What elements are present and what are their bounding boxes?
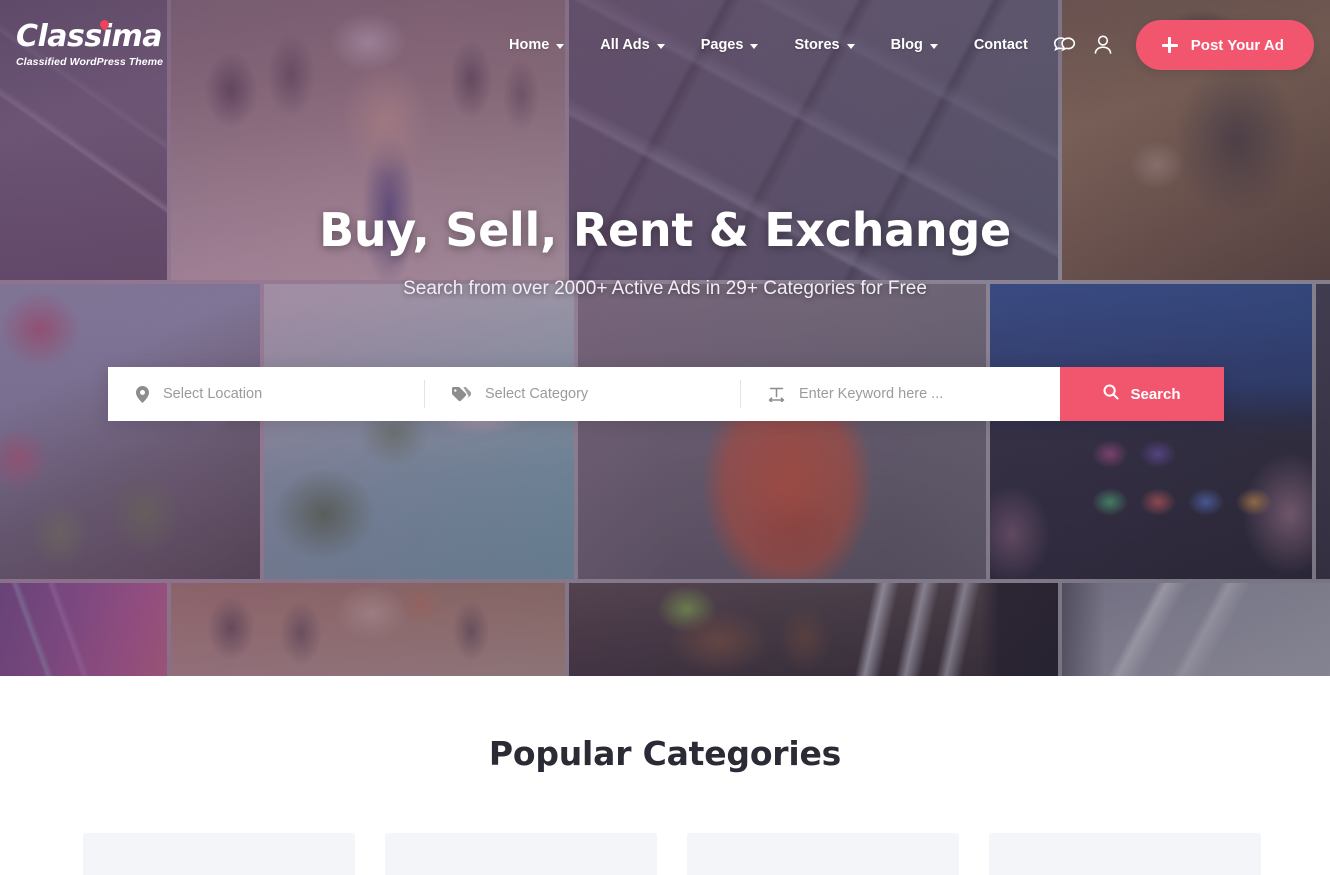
search-button[interactable]: Search (1060, 367, 1224, 421)
logo-name: Classima (16, 19, 163, 54)
popular-categories-section: Popular Categories (0, 676, 1330, 875)
search-button-label: Search (1130, 385, 1181, 403)
header-actions: Post Your Ad (1046, 20, 1314, 70)
hero-search-bar: Select Location Select Category Enter Ke… (108, 367, 1224, 421)
nav-label: Contact (973, 37, 1028, 53)
mosaic-tile (578, 284, 986, 579)
nav-label: All Ads (600, 37, 650, 53)
tags-icon (452, 386, 471, 402)
mosaic-tile (1316, 284, 1330, 579)
mosaic-tile (1062, 583, 1330, 676)
mosaic-tile (171, 583, 565, 676)
chevron-down-icon (656, 43, 665, 49)
keyword-input[interactable]: Enter Keyword here ... (799, 386, 943, 402)
main-navigation: Home All Ads Pages Stores Blog Contact (491, 29, 1046, 61)
map-pin-icon (136, 385, 149, 403)
nav-item-blog[interactable]: Blog (873, 29, 956, 61)
hero-subtitle: Search from over 2000+ Active Ads in 29+… (403, 277, 927, 299)
mosaic-tile (0, 284, 260, 579)
post-your-ad-button[interactable]: Post Your Ad (1135, 20, 1314, 70)
category-card[interactable] (687, 833, 959, 875)
category-card[interactable] (83, 833, 355, 875)
category-card[interactable] (385, 833, 657, 875)
hero-text-block: Buy, Sell, Rent & Exchange Search from o… (0, 205, 1330, 300)
location-placeholder: Select Location (163, 386, 263, 402)
site-logo[interactable]: Classima Classified WordPress Theme (0, 18, 171, 68)
nav-item-home[interactable]: Home (491, 29, 582, 61)
user-account-icon[interactable] (1084, 26, 1122, 64)
chat-bubbles-icon[interactable] (1046, 26, 1084, 64)
category-card[interactable] (989, 833, 1261, 875)
nav-label: Blog (890, 37, 923, 53)
logo-tagline: Classified WordPress Theme (16, 56, 164, 68)
category-card-grid (83, 833, 1261, 875)
nav-item-pages[interactable]: Pages (683, 29, 777, 61)
section-heading: Popular Categories (488, 734, 842, 773)
hero-section: Classima Classified WordPress Theme Home… (0, 0, 1330, 676)
chevron-down-icon (750, 43, 759, 49)
chevron-down-icon (929, 43, 938, 49)
logo-text: Classima (16, 18, 163, 54)
magnifier-icon (1103, 384, 1120, 404)
text-width-icon (768, 387, 785, 402)
location-select[interactable]: Select Location (108, 367, 424, 421)
plus-icon (1161, 37, 1178, 53)
mosaic-tile (264, 284, 574, 579)
mosaic-tile (990, 284, 1312, 579)
category-select[interactable]: Select Category (424, 367, 740, 421)
keyword-input-wrap[interactable]: Enter Keyword here ... (740, 367, 1060, 421)
mosaic-tile (0, 583, 167, 676)
nav-label: Stores (794, 37, 840, 53)
chevron-down-icon (846, 43, 855, 49)
category-placeholder: Select Category (485, 386, 589, 402)
site-header: Classima Classified WordPress Theme Home… (0, 0, 1330, 90)
nav-item-contact[interactable]: Contact (956, 29, 1046, 61)
nav-label: Pages (700, 37, 744, 53)
page-title: Buy, Sell, Rent & Exchange (319, 203, 1011, 257)
nav-label: Home (509, 37, 550, 53)
hero-photo-mosaic (0, 0, 1330, 676)
mosaic-tile (569, 583, 1058, 676)
post-ad-label: Post Your Ad (1190, 36, 1284, 54)
nav-item-all-ads[interactable]: All Ads (582, 29, 682, 61)
chevron-down-icon (556, 43, 565, 49)
nav-item-stores[interactable]: Stores (776, 29, 872, 61)
